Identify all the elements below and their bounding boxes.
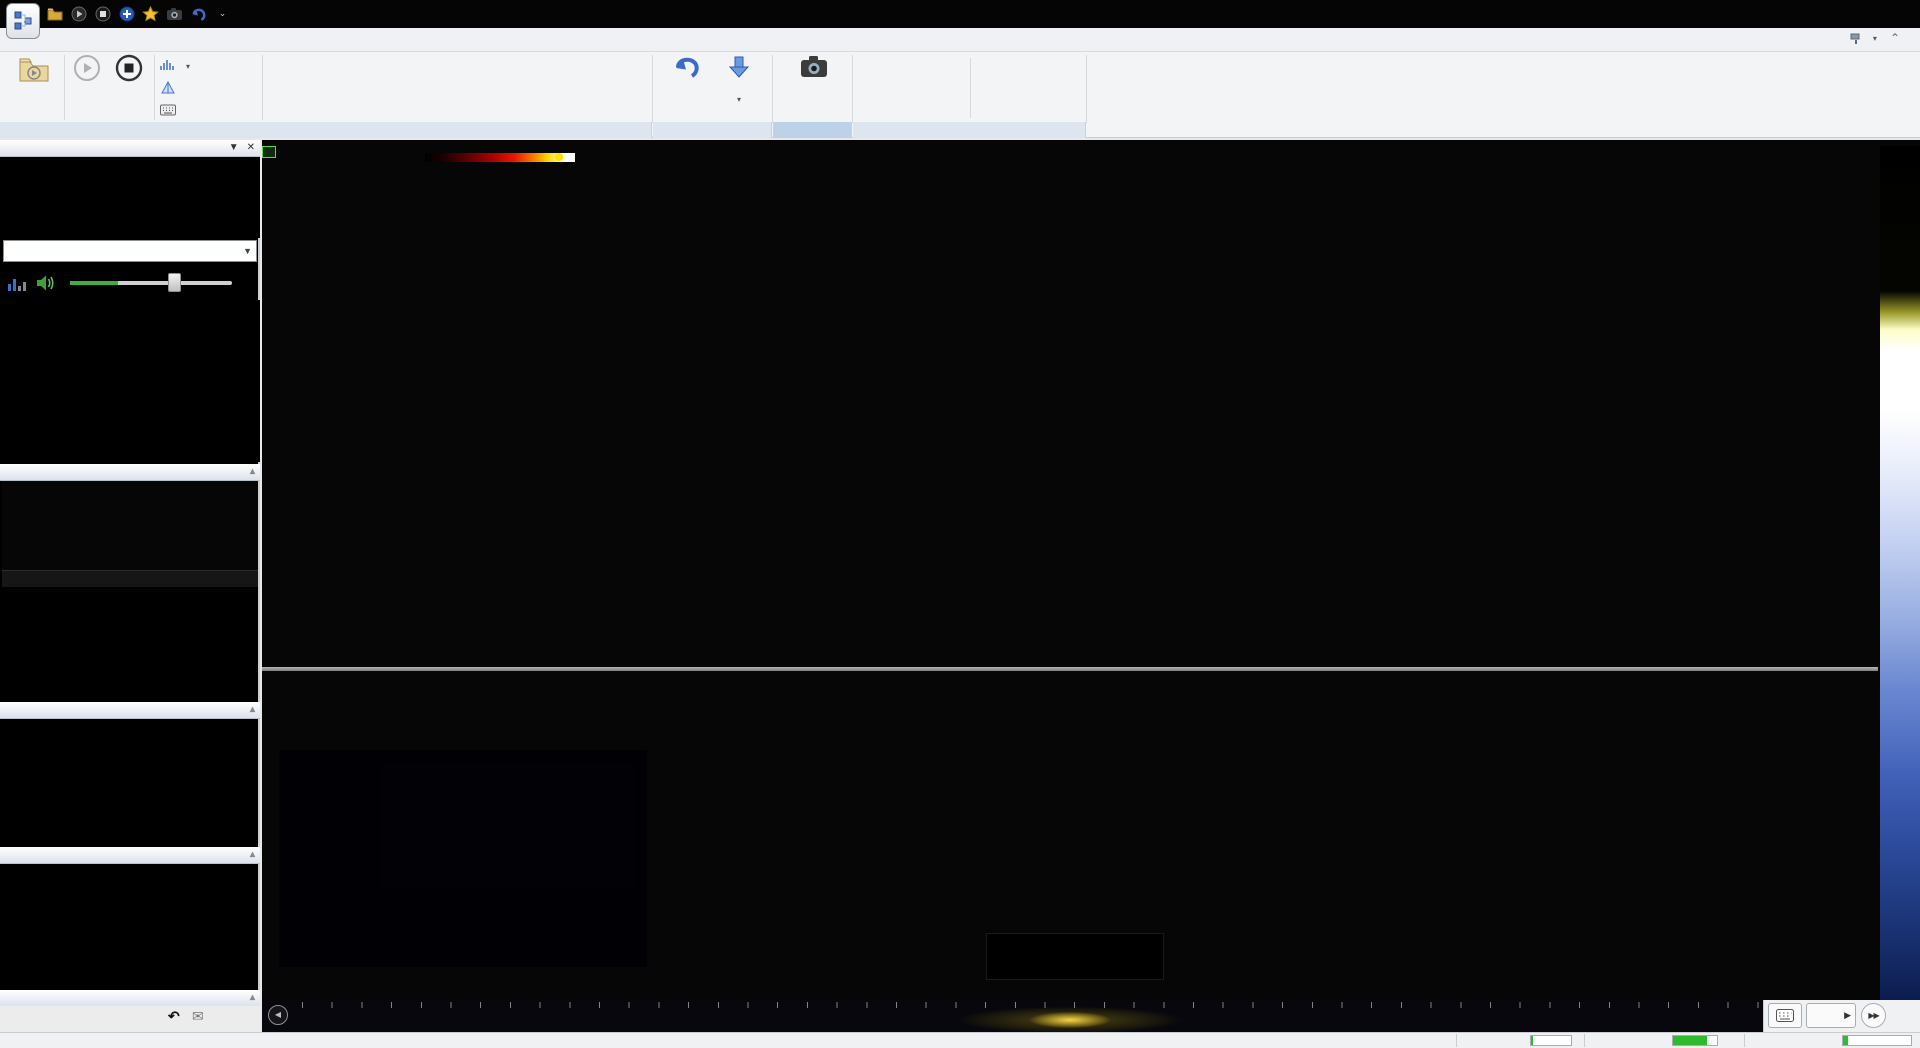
audio-latency-bar [1672, 1035, 1718, 1046]
station-info-box [279, 750, 647, 967]
receive-panel: ▼✕ ▼ ▴ ▴ [0, 140, 260, 1032]
band-scroll-right-button[interactable]: ▶▶ [1861, 1003, 1886, 1028]
application-menu-button[interactable] [6, 3, 40, 39]
tuned-frequency-glow [1010, 1008, 1130, 1032]
mode-collapse-icon[interactable]: ▴ [250, 702, 255, 718]
start-icon [73, 54, 101, 82]
style-caret-icon: ▾ [1873, 34, 1877, 43]
agc-undo-icon[interactable]: ↶ [168, 1008, 180, 1025]
band-zoom-button[interactable]: ▶ [1806, 1003, 1856, 1028]
zoom-caret-icon: ▶ [1844, 1004, 1851, 1027]
status-bar [0, 1032, 1920, 1048]
ribbon-collapse-icon[interactable]: ⌃ [1890, 31, 1900, 45]
screenshot-camera-icon [799, 54, 829, 80]
open-folder-icon[interactable] [46, 5, 63, 22]
frequency-axis [262, 671, 1878, 697]
favourite-star-icon[interactable] [142, 5, 159, 22]
ribbon-tab-row: ▾ ⌃ [0, 28, 1920, 52]
group-caption-extras [773, 122, 852, 138]
title-bar: ⌄ [0, 0, 1920, 28]
rx-marker-flag[interactable] [262, 146, 276, 158]
waterfall-palette-slider[interactable] [1880, 146, 1920, 1000]
stop-icon[interactable] [94, 5, 111, 22]
rf-spectrum-plot[interactable] [262, 146, 1878, 667]
app-logo-icon [12, 10, 34, 32]
calibration-icon [160, 81, 176, 95]
signal-level-reading [362, 148, 366, 179]
buffer-size-bar [1842, 1035, 1912, 1046]
volume-level-fill [70, 281, 118, 285]
main-waterfall[interactable] [262, 697, 1878, 1000]
if-frequency-labels [2, 570, 258, 587]
panel-close-icon[interactable]: ✕ [247, 140, 255, 156]
band-bar-controls: ▶ ▶▶ [1763, 1000, 1920, 1032]
if-spectrum[interactable] [2, 481, 258, 570]
bandwidth-icon [160, 59, 176, 73]
band-scroll-left-button[interactable]: ◀ [268, 1005, 288, 1025]
calibration-button[interactable] [160, 78, 181, 98]
group-caption-wideband-dsp [853, 122, 1086, 138]
select-radio-icon [17, 54, 51, 84]
select-radio-button[interactable] [8, 54, 60, 97]
receive-panel-header[interactable]: ▼✕ [0, 140, 260, 157]
sdr-console-window: ⌄ ▾ ⌃ ▾ [0, 0, 1920, 1048]
if-display-header[interactable]: ▴ [0, 464, 260, 481]
volume-slider-handle[interactable] [168, 273, 181, 292]
previous-icon [671, 54, 701, 80]
style-icon [1850, 32, 1863, 45]
quick-access-toolbar: ⌄ [46, 5, 231, 22]
stop-icon [115, 54, 143, 82]
qat-customize-caret-icon[interactable]: ⌄ [214, 5, 231, 22]
audio-spectrum-graph [0, 300, 260, 462]
ribbon: ▾ ▾ [0, 52, 1920, 138]
frequency-keyboard-icon [160, 104, 176, 116]
previous-frequency-button[interactable] [660, 54, 712, 80]
group-caption-rx-frequency [653, 122, 772, 138]
camera-icon[interactable] [166, 5, 183, 22]
style-selector[interactable]: ▾ ⌃ [1850, 31, 1900, 45]
group-caption-radio [0, 122, 652, 138]
speaker-icon[interactable] [36, 274, 56, 292]
keyboard-icon [1776, 1009, 1794, 1022]
agc-header[interactable]: ▴ [0, 990, 260, 1007]
play-icon[interactable] [70, 5, 87, 22]
start-button[interactable] [68, 54, 106, 82]
agc-envelope-icon[interactable]: ✉ [192, 1008, 204, 1025]
cpu-usage-bar [1530, 1035, 1572, 1046]
frequency-display[interactable] [0, 157, 260, 238]
stop-button[interactable] [110, 54, 148, 82]
cursor-tooltip [986, 933, 1164, 980]
equalizer-icon[interactable] [8, 275, 26, 291]
audio-device-caret-icon: ▼ [243, 241, 252, 261]
add-icon[interactable] [118, 5, 135, 22]
palette-gradient-bar [425, 153, 575, 162]
level-dot-marker [555, 153, 563, 161]
if-waterfall[interactable] [2, 587, 258, 698]
band-ticks [302, 1002, 1762, 1008]
agc-buttons-row: ↶ ✉ [0, 1006, 260, 1032]
mode-header[interactable]: ▴ [0, 702, 260, 719]
ribbon-group-captions [0, 122, 1920, 138]
history-button[interactable]: ▾ [714, 54, 764, 106]
bandwidth-button[interactable]: ▾ [160, 56, 190, 76]
agc-collapse-icon[interactable]: ▴ [250, 990, 255, 1006]
band-navigation-bar[interactable]: ◀ ▶ ▶▶ [262, 1000, 1920, 1032]
frequency-button[interactable] [160, 100, 181, 120]
undo-icon[interactable] [190, 5, 207, 22]
band-keyboard-button[interactable] [1768, 1003, 1802, 1028]
audio-device-select[interactable]: ▼ [3, 240, 257, 262]
if-collapse-icon[interactable]: ▴ [250, 464, 255, 480]
screenshot-button[interactable] [782, 54, 846, 80]
filter-collapse-icon[interactable]: ▴ [250, 847, 255, 863]
volume-row [0, 268, 260, 298]
filter-header[interactable]: ▴ [0, 847, 260, 864]
history-icon [726, 54, 752, 80]
panel-menu-icon[interactable]: ▼ [229, 140, 239, 156]
spectrum-region: ◀ ▶ ▶▶ [262, 140, 1920, 1032]
